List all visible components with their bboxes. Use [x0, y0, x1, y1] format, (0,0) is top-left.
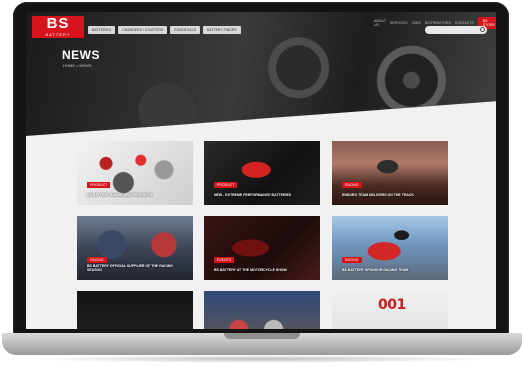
news-card-title: BS BATTERY OFFICIAL SUPPLIER OF THE RACI…	[87, 264, 174, 272]
news-card[interactable]: PRODUCT NEW - EXTREME PERFORMANCE BATTER…	[204, 141, 320, 205]
site-logo[interactable]: BS BATTERY	[32, 16, 84, 38]
news-card[interactable]: EVENTS BS BATTERY AT THE MOTORCYCLE SHOW	[204, 216, 320, 280]
topbar-link-distributors[interactable]: DISTRIBUTORS	[425, 21, 451, 25]
nav-item-battery-finder[interactable]: BATTERY FINDER	[202, 26, 241, 34]
news-card[interactable]	[77, 291, 193, 329]
breadcrumb[interactable]: HOME > NEWS	[63, 63, 92, 68]
news-card-image	[77, 291, 193, 329]
news-card-title: BS BATTERY SPONSOR RACING TEAM	[342, 268, 409, 272]
news-card-title: NEW - EXTREME PERFORMANCE BATTERIES	[214, 193, 292, 197]
search-icon[interactable]	[480, 27, 485, 32]
laptop-shadow	[30, 355, 494, 363]
news-card-title: BS BATTERY RANGE NEW PRODUCTS	[87, 193, 153, 197]
news-card-category: RACING	[87, 257, 107, 263]
news-card[interactable]	[204, 291, 320, 329]
news-card-category: RACING	[342, 257, 362, 263]
news-card[interactable]: RACING BS BATTERY OFFICIAL SUPPLIER OF T…	[77, 216, 193, 280]
news-card-image	[204, 291, 320, 329]
news-card-number: 001	[378, 297, 406, 313]
topbar-link-contacts[interactable]: CONTACTS	[455, 21, 474, 25]
news-card-category: RACING	[342, 182, 362, 188]
browser-viewport: BS BATTERY ABOUT US SERVICES JOBS DISTRI…	[26, 12, 496, 329]
main-navigation: BATTERIES CHARGERS / STARTERS ESSENTIALS…	[88, 26, 241, 34]
logo-subtitle: BATTERY	[45, 32, 71, 37]
news-card-title: BS BATTERY AT THE MOTORCYCLE SHOW	[214, 268, 287, 272]
topbar-link-about[interactable]: ABOUT US	[374, 19, 386, 27]
news-card[interactable]: 001	[332, 291, 448, 329]
topbar-link-services[interactable]: SERVICES	[390, 21, 408, 25]
laptop-notch	[224, 333, 300, 339]
news-card[interactable]: RACING BS BATTERY SPONSOR RACING TEAM	[332, 216, 448, 280]
page-title: NEWS	[62, 48, 100, 62]
nav-item-chargers[interactable]: CHARGERS / STARTERS	[118, 26, 168, 34]
news-card[interactable]: RACING ENDURO TEAM DELIVERS ON THE TRACK	[332, 141, 448, 205]
nav-item-essentials[interactable]: ESSENTIALS	[170, 26, 200, 34]
topbar-link-jobs[interactable]: JOBS	[412, 21, 421, 25]
nav-item-batteries[interactable]: BATTERIES	[88, 26, 116, 34]
news-card-category: EVENTS	[214, 257, 235, 263]
news-card-category: PRODUCT	[214, 182, 238, 188]
news-card-category: PRODUCT	[87, 182, 111, 188]
news-card[interactable]: PRODUCT BS BATTERY RANGE NEW PRODUCTS	[77, 141, 193, 205]
news-card-title: ENDURO TEAM DELIVERS ON THE TRACK	[342, 193, 414, 197]
logo-mark: BS	[46, 15, 70, 32]
laptop-base	[2, 333, 522, 355]
search-input[interactable]	[425, 26, 487, 34]
